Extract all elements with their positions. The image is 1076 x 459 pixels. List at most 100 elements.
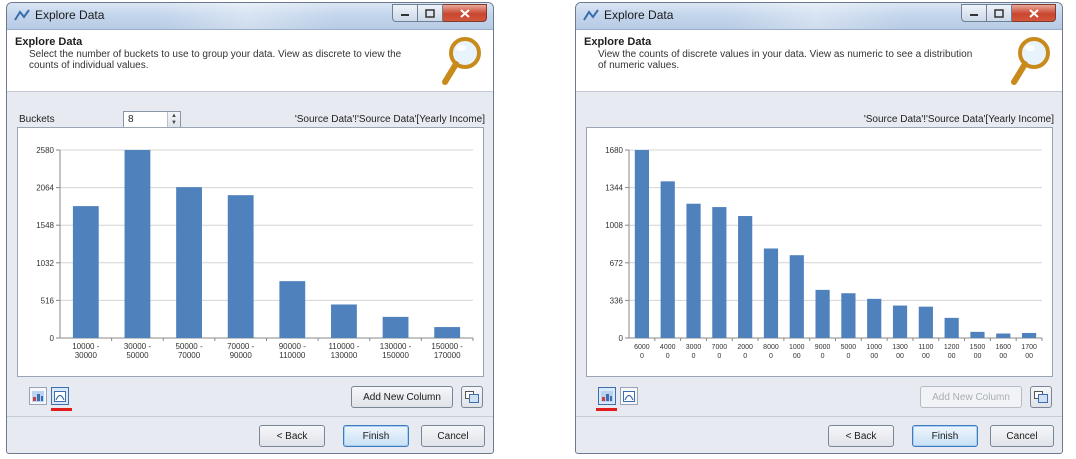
bar[interactable]: [434, 327, 461, 338]
x-tick-label: 0: [692, 353, 696, 360]
bar[interactable]: [227, 195, 254, 338]
x-tick-label: 70000 -: [227, 342, 254, 351]
x-tick-label: 7000: [712, 344, 728, 351]
x-tick-label: 1000: [789, 344, 805, 351]
bar[interactable]: [763, 248, 779, 338]
histogram-view-button[interactable]: [620, 387, 638, 405]
y-tick-label: 1680: [605, 146, 623, 155]
magnifier-icon: [1011, 37, 1050, 85]
close-button[interactable]: [1012, 4, 1056, 22]
buckets-value[interactable]: 8: [128, 114, 134, 125]
x-tick-label: 90000 -: [279, 342, 306, 351]
y-tick-label: 0: [50, 334, 55, 343]
source-column-path: 'Source Data'!'Source Data'[Yearly Incom…: [863, 114, 1054, 125]
x-tick-label: 1300: [892, 344, 908, 351]
explore-data-window-numeric: Explore Data Explore Data Select the num…: [6, 2, 494, 454]
close-button[interactable]: [443, 4, 487, 22]
bar[interactable]: [279, 281, 306, 338]
bar[interactable]: [944, 317, 959, 338]
x-tick-label: 8000: [763, 344, 779, 351]
title-bar[interactable]: Explore Data: [576, 3, 1062, 30]
x-tick-label: 00: [922, 353, 930, 360]
x-tick-label: 5000: [841, 344, 857, 351]
maximize-button[interactable]: [418, 4, 443, 22]
x-tick-label: 00: [999, 353, 1007, 360]
bar[interactable]: [382, 316, 409, 338]
y-tick-label: 1032: [36, 259, 54, 268]
bar[interactable]: [634, 150, 650, 338]
bar[interactable]: [712, 207, 727, 338]
bar[interactable]: [1021, 332, 1037, 338]
x-tick-label: 50000 -: [175, 342, 202, 351]
bar[interactable]: [686, 203, 701, 338]
discrete-view-button[interactable]: [29, 387, 47, 405]
bar[interactable]: [789, 255, 804, 338]
minimize-icon: [970, 14, 978, 16]
cancel-button[interactable]: Cancel: [990, 425, 1054, 447]
discrete-values-chart: 0 336 672 1008 1344 1680 6000 0 4000 0 3000 0 7000 0 2…: [605, 146, 1043, 360]
maximize-button[interactable]: [987, 4, 1012, 22]
minimize-button[interactable]: [961, 4, 987, 22]
bar[interactable]: [918, 306, 933, 338]
x-tick-label: 1700: [1021, 344, 1037, 351]
bar[interactable]: [996, 333, 1011, 338]
finish-button[interactable]: Finish: [343, 425, 409, 447]
y-tick-label: 336: [610, 296, 624, 305]
x-tick-label: 130000 -: [380, 342, 412, 351]
back-button[interactable]: < Back: [828, 425, 894, 447]
bar[interactable]: [176, 187, 202, 338]
x-tick-label: 2000: [737, 344, 753, 351]
x-tick-label: 3000: [686, 344, 702, 351]
close-icon: [1028, 8, 1039, 18]
header-description: View the counts of discrete values in yo…: [598, 49, 973, 71]
x-tick-label: 30000: [75, 351, 98, 360]
x-tick-label: 1200: [944, 344, 960, 351]
bar[interactable]: [867, 298, 882, 338]
finish-button[interactable]: Finish: [912, 425, 978, 447]
add-new-column-button[interactable]: Add New Column: [351, 386, 453, 408]
x-tick-label: 30000 -: [124, 342, 151, 351]
bar[interactable]: [815, 289, 830, 338]
y-tick-label: 516: [41, 296, 55, 305]
bar-chart-icon: [601, 390, 613, 402]
x-tick-label: 170000: [434, 351, 461, 360]
bar[interactable]: [738, 216, 753, 338]
bar[interactable]: [72, 206, 99, 338]
y-tick-label: 2580: [36, 146, 54, 155]
bar[interactable]: [841, 293, 856, 338]
x-tick-label: 0: [717, 353, 721, 360]
x-tick-label: 150000: [382, 351, 409, 360]
copy-chart-button[interactable]: [461, 386, 483, 408]
bar[interactable]: [892, 305, 908, 338]
header-description: Select the number of buckets to use to g…: [29, 49, 402, 71]
close-icon: [459, 8, 470, 18]
copy-icon: [1034, 391, 1048, 403]
add-new-column-button[interactable]: Add New Column: [920, 386, 1022, 408]
minimize-button[interactable]: [392, 4, 418, 22]
bar[interactable]: [331, 304, 357, 338]
bar[interactable]: [124, 150, 151, 338]
y-tick-label: 2064: [36, 184, 54, 193]
bar[interactable]: [970, 331, 985, 338]
window-title: Explore Data: [604, 8, 674, 22]
maximize-icon: [425, 8, 435, 18]
copy-icon: [465, 391, 479, 403]
explore-data-icon: [14, 9, 30, 21]
explore-data-window-discrete: Explore Data Explore Data View the count…: [575, 2, 1063, 454]
back-button[interactable]: < Back: [259, 425, 325, 447]
x-tick-label: 130000: [331, 351, 358, 360]
title-bar[interactable]: Explore Data: [7, 3, 493, 30]
x-tick-label: 50000: [126, 351, 149, 360]
bar[interactable]: [660, 181, 675, 338]
histogram-view-button[interactable]: [51, 387, 69, 405]
buckets-label: Buckets: [19, 114, 55, 125]
spin-down-icon[interactable]: ▼: [171, 120, 177, 126]
spin-up-icon[interactable]: ▲: [171, 113, 177, 119]
active-view-indicator: [51, 408, 72, 411]
x-tick-label: 1100: [918, 344, 933, 351]
buckets-spinner[interactable]: 8 ▲ ▼: [123, 111, 181, 128]
discrete-view-button[interactable]: [598, 387, 616, 405]
copy-chart-button[interactable]: [1030, 386, 1052, 408]
cancel-button[interactable]: Cancel: [421, 425, 485, 447]
window-title: Explore Data: [35, 8, 105, 22]
